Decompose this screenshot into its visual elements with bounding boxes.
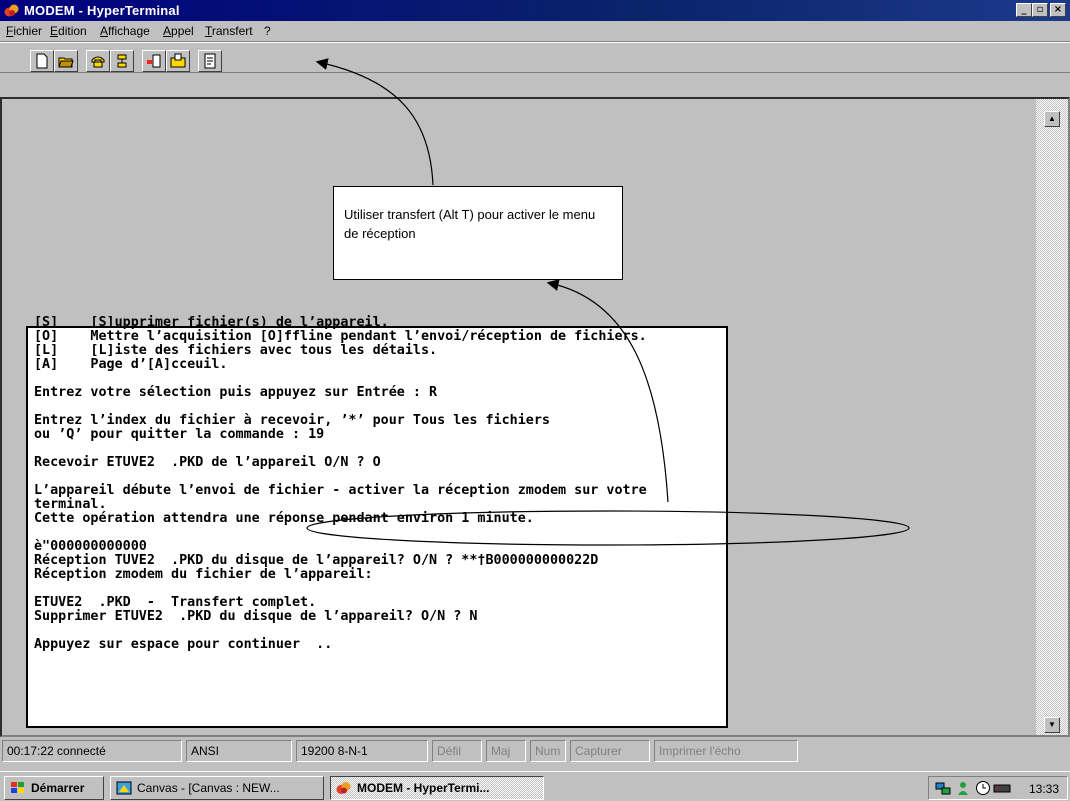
menu-edition[interactable]: Edition — [50, 24, 87, 38]
terminal-line: Appuyez sur espace pour continuer .. — [34, 637, 333, 652]
minimize-button[interactable]: _ — [1016, 3, 1032, 17]
system-tray: 13:33 — [928, 776, 1068, 800]
call-button[interactable] — [86, 50, 110, 72]
hyperterminal-task-icon — [336, 782, 351, 794]
status-bar: 00:17:22 connecté ANSI 19200 8-N-1 Défil… — [0, 739, 1070, 763]
terminal-line: Réception TUVE2 .PKD du disque de l’appa… — [34, 553, 599, 568]
receive-button[interactable] — [166, 50, 190, 72]
call-icon — [91, 56, 105, 68]
terminal-line: [S] [S]upprimer fichier(s) de l’appareil… — [34, 315, 389, 330]
scroll-down-arrow-icon[interactable]: ▼ — [1044, 717, 1060, 733]
toolbar — [0, 41, 1070, 73]
terminal-line: terminal. — [34, 497, 107, 512]
scroll-up-arrow-icon[interactable]: ▲ — [1044, 111, 1060, 127]
terminal-line: [O] Mettre l’acquisition [O]ffline penda… — [34, 329, 647, 344]
task-canvas[interactable]: Canvas - [Canvas : NEW... — [110, 776, 324, 800]
terminal-line: ETUVE2 .PKD - Transfert complet. — [34, 595, 317, 610]
status-port-settings: 19200 8-N-1 — [296, 740, 428, 762]
task-hyperterminal-label: MODEM - HyperTermi... — [357, 781, 490, 795]
open-icon — [58, 57, 74, 68]
user-status-icon[interactable] — [955, 780, 971, 796]
taskbar-clock: 13:33 — [1028, 782, 1059, 796]
vertical-scrollbar[interactable]: ▲ ▼ — [1036, 99, 1068, 735]
callout-text: Utiliser transfert (Alt T) pour activer … — [344, 207, 596, 241]
close-button[interactable]: × — [1050, 3, 1066, 17]
canvas-app-icon — [116, 781, 132, 795]
terminal-line: [A] Page d’[A]cceuil. — [34, 357, 228, 372]
hyperterminal-app-icon[interactable] — [4, 3, 20, 18]
send-icon — [147, 54, 161, 68]
terminal-output: [S] [S]upprimer fichier(s) de l’appareil… — [34, 316, 647, 652]
clock-icon[interactable] — [975, 780, 991, 796]
taskbar: Démarrer Canvas - [Canvas : NEW... MODEM… — [0, 771, 1070, 801]
receive-icon — [170, 53, 186, 68]
terminal-line: Entrez l’index du fichier à recevoir, ’*… — [34, 413, 550, 428]
task-hyperterminal[interactable]: MODEM - HyperTermi... — [330, 776, 544, 800]
status-caps: Maj — [486, 740, 526, 762]
status-scroll: Défil — [432, 740, 482, 762]
restore-button[interactable]: ▫ — [1032, 3, 1048, 17]
window-title: MODEM - HyperTerminal — [24, 3, 180, 18]
callout-box: Utiliser transfert (Alt T) pour activer … — [333, 186, 623, 280]
terminal-line: è"000000000000 — [34, 539, 147, 554]
new-icon — [36, 53, 48, 69]
windows-logo-icon — [11, 782, 24, 793]
menu-affichage[interactable]: Affichage — [100, 24, 150, 38]
send-button[interactable] — [142, 50, 166, 72]
status-connection: 00:17:22 connecté — [2, 740, 182, 762]
menu-help[interactable]: ? — [264, 24, 271, 38]
menu-bar: Fichier Edition Affichage Appel Transfer… — [0, 21, 1070, 41]
properties-icon — [204, 53, 216, 69]
start-button[interactable]: Démarrer — [4, 776, 104, 800]
new-button[interactable] — [30, 50, 54, 72]
status-capture: Capturer — [570, 740, 650, 762]
title-bar: MODEM - HyperTerminal _ ▫ × — [0, 0, 1070, 21]
open-button[interactable] — [54, 50, 78, 72]
terminal-line: L’appareil débute l’envoi de fichier - a… — [34, 483, 647, 498]
terminal-line: Réception zmodem du fichier de l’apparei… — [34, 567, 373, 582]
terminal-line: Recevoir ETUVE2 .PKD de l’appareil O/N ?… — [34, 455, 381, 470]
status-emulation: ANSI — [186, 740, 292, 762]
disconnect-button[interactable] — [110, 50, 134, 72]
start-label: Démarrer — [31, 781, 85, 795]
properties-button[interactable] — [198, 50, 222, 72]
menu-fichier[interactable]: Fichier — [6, 24, 42, 38]
terminal-line: ou ’Q’ pour quitter la commande : 19 — [34, 427, 325, 442]
menu-transfert[interactable]: Transfert — [205, 24, 253, 38]
terminal-line: Supprimer ETUVE2 .PKD du disque de l’app… — [34, 609, 478, 624]
task-canvas-label: Canvas - [Canvas : NEW... — [137, 781, 280, 795]
menu-appel[interactable]: Appel — [163, 24, 194, 38]
network-icon[interactable] — [935, 780, 951, 796]
terminal-line: Entrez votre sélection puis appuyez sur … — [34, 385, 438, 400]
modem-icon[interactable] — [993, 781, 1011, 795]
disconnect-icon — [117, 54, 127, 68]
status-print-echo: Imprimer l'écho — [654, 740, 798, 762]
terminal-line: Cette opération attendra une réponse pen… — [34, 511, 534, 526]
status-num: Num — [530, 740, 566, 762]
terminal-line: [L] [L]iste des fichiers avec tous les d… — [34, 343, 438, 358]
